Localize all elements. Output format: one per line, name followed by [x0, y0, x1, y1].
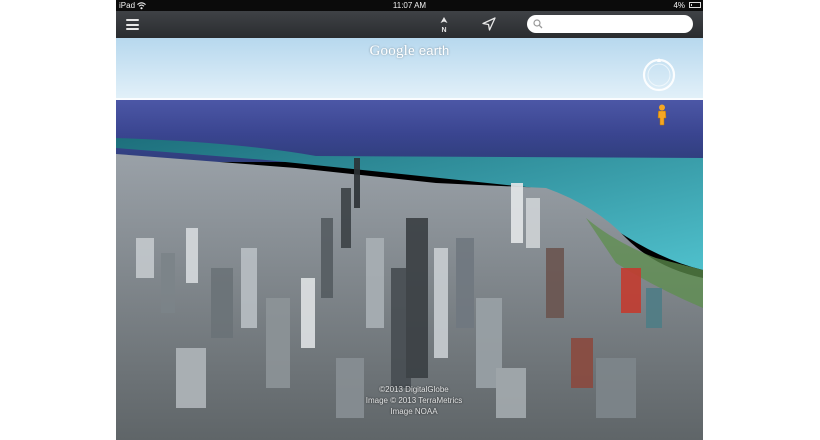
city-aerial-image[interactable]: [116, 38, 703, 440]
menu-icon[interactable]: [126, 19, 139, 30]
search-input[interactable]: [545, 16, 685, 31]
north-arrow-icon[interactable]: N: [438, 16, 450, 34]
top-toolbar: N: [116, 11, 703, 39]
pegman-icon[interactable]: [656, 104, 668, 126]
logo-earth: earth: [418, 43, 450, 58]
north-label: N: [441, 27, 446, 34]
search-bar[interactable]: [527, 15, 693, 33]
compass-icon[interactable]: [641, 57, 677, 93]
credit-line: ©2013 DigitalGlobe: [379, 385, 449, 394]
battery-percent: 4%: [673, 1, 685, 10]
battery-icon: [689, 2, 701, 8]
search-icon: [533, 19, 543, 29]
ipad-screen: iPad 11:07 AM 4% N Google earth ©2013 Di…: [116, 0, 703, 440]
status-bar: iPad 11:07 AM 4%: [116, 0, 703, 11]
logo-google: Google: [369, 43, 415, 59]
earth-3d-view[interactable]: Google earth ©2013 DigitalGlobe Image © …: [116, 38, 703, 440]
credit-line: Image © 2013 TerraMetrics: [365, 396, 463, 405]
status-time: 11:07 AM: [392, 1, 427, 10]
credit-line: Image NOAA: [390, 407, 438, 416]
location-arrow-icon[interactable]: [482, 17, 496, 31]
imagery-credits: ©2013 DigitalGlobe Image © 2013 TerraMet…: [334, 384, 494, 417]
google-earth-logo: Google earth: [116, 43, 703, 60]
